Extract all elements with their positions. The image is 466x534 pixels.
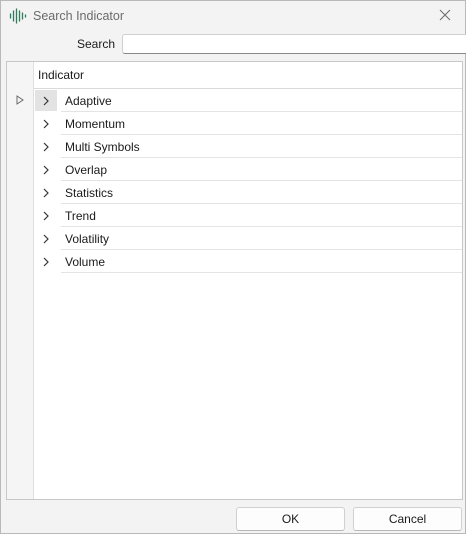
close-icon	[439, 9, 451, 24]
tree-row-label: Momentum	[65, 117, 126, 131]
tree-row-statistics[interactable]: Statistics	[7, 181, 462, 204]
chevron-right-icon[interactable]	[35, 251, 57, 272]
tree-row-volatility[interactable]: Volatility	[7, 227, 462, 250]
close-button[interactable]	[425, 1, 465, 31]
tree-row-label: Multi Symbols	[65, 140, 140, 154]
column-header-indicator[interactable]: Indicator	[34, 62, 462, 89]
search-input[interactable]	[122, 34, 466, 54]
search-label: Search	[77, 37, 116, 51]
tree-row-volume[interactable]: Volume	[7, 250, 462, 273]
chevron-right-icon[interactable]	[35, 205, 57, 226]
chevron-right-icon[interactable]	[35, 136, 57, 157]
tree-row-label: Trend	[65, 209, 96, 223]
window-title: Search Indicator	[33, 9, 125, 23]
chevron-right-icon[interactable]	[35, 182, 57, 203]
tree-row-trend[interactable]: Trend	[7, 204, 462, 227]
cancel-button[interactable]: Cancel	[353, 507, 462, 531]
tree-row-adaptive[interactable]: Adaptive	[7, 89, 462, 112]
tree-row-momentum[interactable]: Momentum	[7, 112, 462, 135]
waveform-icon	[9, 8, 27, 24]
chevron-right-icon[interactable]	[35, 228, 57, 249]
ok-button[interactable]: OK	[236, 507, 345, 531]
tree-row-label: Adaptive	[65, 94, 112, 108]
chevron-right-icon[interactable]	[35, 159, 57, 180]
tree-row-multi-symbols[interactable]: Multi Symbols	[7, 135, 462, 158]
chevron-right-icon[interactable]	[35, 90, 57, 111]
search-indicator-dialog: Search Indicator Search Indicator Adapti…	[0, 0, 466, 534]
tree-row-label: Volatility	[65, 232, 110, 246]
indicator-tree-grid[interactable]: Indicator Adaptive Momentum Multi Symbol…	[6, 61, 463, 500]
triangle-right-icon	[15, 94, 25, 106]
row-divider	[61, 272, 462, 273]
tree-row-label: Volume	[65, 255, 106, 269]
tree-row-label: Statistics	[65, 186, 114, 200]
chevron-right-icon[interactable]	[35, 113, 57, 134]
tree-rows: Adaptive Momentum Multi Symbols Overlap …	[7, 89, 462, 273]
column-header-label: Indicator	[38, 68, 85, 82]
tree-row-label: Overlap	[65, 163, 108, 177]
title-bar: Search Indicator	[1, 1, 465, 31]
tree-row-overlap[interactable]: Overlap	[7, 158, 462, 181]
